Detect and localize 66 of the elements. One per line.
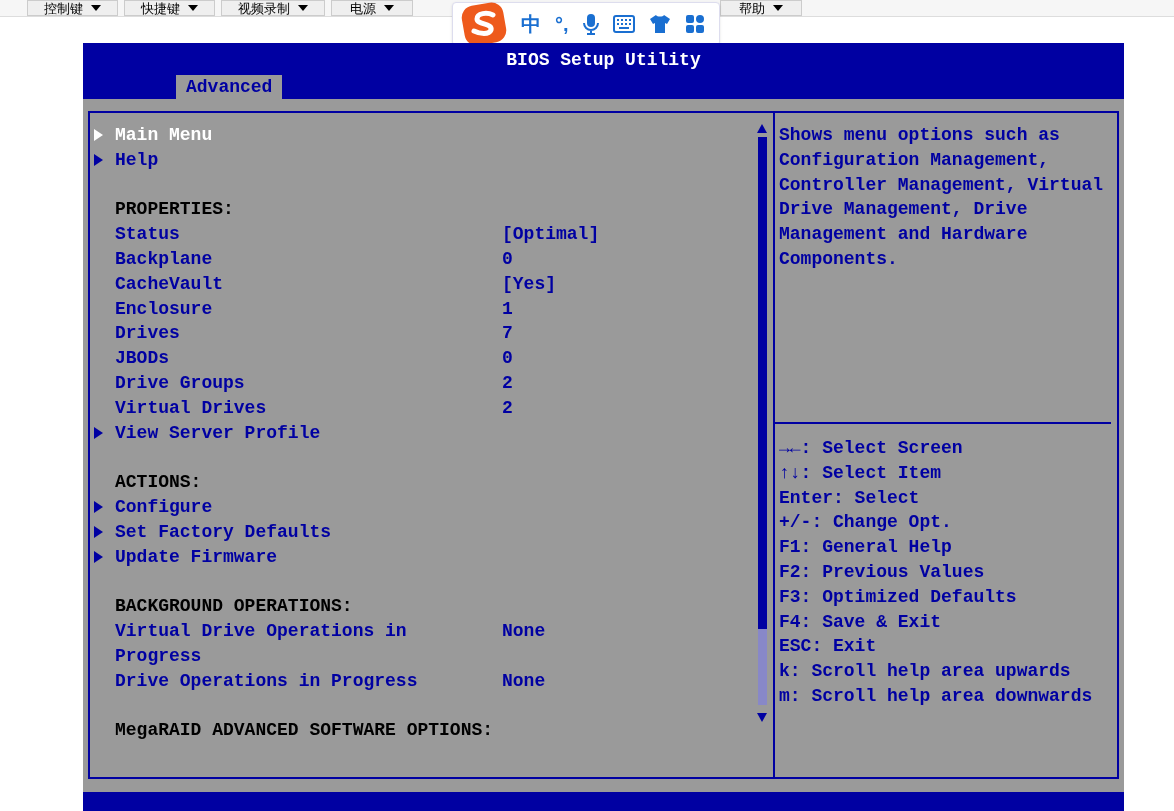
arrow-icon: [94, 550, 103, 563]
grid-icon[interactable]: [684, 14, 705, 34]
toolbar-menu-button[interactable]: 电源: [331, 0, 413, 16]
property-label: Backplane: [115, 248, 213, 271]
caret-icon: [91, 5, 101, 11]
submenu-item[interactable]: Set Factory Defaults: [94, 519, 755, 545]
section-heading: BACKGROUND OPERATIONS:: [114, 595, 353, 619]
key-help-text: F4: Save & Exit: [779, 610, 942, 634]
toolbar-menu-button[interactable]: 控制键: [27, 0, 118, 16]
property-value: None: [502, 619, 546, 643]
submenu-item[interactable]: Update Firmware: [94, 544, 755, 570]
property-value: 7: [502, 322, 513, 346]
property-value: 2: [502, 396, 513, 420]
section-heading: MegaRAID ADVANCED SOFTWARE OPTIONS:: [114, 719, 494, 743]
property-value: [Yes]: [502, 272, 556, 296]
key-help-text: Enter: Select: [779, 486, 920, 510]
submenu-item[interactable]: Main Menu: [94, 123, 755, 148]
toolbar-menu-button[interactable]: 快捷键: [124, 0, 215, 16]
key-help-text: F3: Optimized Defaults: [779, 585, 1017, 609]
property-label: Virtual Drives: [115, 396, 267, 420]
arrow-icon: [94, 526, 103, 539]
submenu-item[interactable]: View Server Profile: [94, 420, 755, 446]
key-help-text: m: Scroll help area downwards: [779, 684, 1093, 708]
caret-icon: [188, 5, 198, 11]
property-label: Drives: [115, 322, 180, 346]
submenu-item[interactable]: Help: [94, 147, 755, 173]
property-value: 0: [502, 248, 513, 271]
key-help-text: F2: Previous Values: [779, 561, 985, 584]
caret-icon: [298, 5, 308, 11]
help-description: Shows menu options such as Configuration Management, Controller Management, Virtual Drive Management, Drive Management and Hardware Components.: [779, 124, 1105, 271]
property-value: [Optimal]: [502, 223, 600, 247]
property-label: Drive Groups: [115, 371, 245, 395]
property-label: Virtual Drive Operations in Progress: [115, 619, 408, 668]
key-help-text: ↑↓: Select Item: [779, 461, 942, 485]
property-label: Enclosure: [115, 297, 213, 321]
toolbar-menu-button[interactable]: 视频录制: [221, 0, 325, 16]
arrow-icon: [94, 501, 103, 514]
keyboard-icon[interactable]: [612, 15, 635, 33]
section-heading: ACTIONS:: [114, 471, 202, 495]
arrow-icon: [94, 154, 103, 167]
key-help-text: k: Scroll help area upwards: [779, 660, 1071, 684]
property-label: JBODs: [115, 347, 169, 371]
property-value: 0: [502, 347, 513, 371]
toolbar-menu-button[interactable]: 帮助: [720, 0, 802, 16]
property-value: None: [502, 669, 546, 693]
arrow-icon: [94, 129, 103, 142]
shirt-icon[interactable]: [648, 14, 671, 34]
key-help-text: ESC: Exit: [779, 635, 877, 659]
property-value: 1: [502, 297, 513, 321]
caret-icon: [384, 5, 394, 11]
caret-icon: [773, 5, 783, 11]
property-label: Drive Operations in Progress: [115, 669, 418, 693]
microphone-icon[interactable]: [582, 13, 599, 35]
ime-mode-button[interactable]: 中: [521, 9, 541, 39]
key-help-text: F1: General Help: [779, 536, 952, 560]
key-help-text: →←: Select Screen: [779, 437, 963, 460]
property-label: Status: [115, 223, 180, 247]
submenu-item[interactable]: Configure: [94, 494, 755, 520]
property-value: 2: [502, 371, 513, 395]
key-help-text: +/-: Change Opt.: [779, 511, 952, 535]
menu-tab[interactable]: Advanced: [176, 75, 283, 99]
section-heading: PROPERTIES:: [114, 198, 234, 222]
ime-mode-button[interactable]: °,: [555, 9, 569, 39]
arrow-icon: [94, 426, 103, 439]
screen-title: BIOS Setup Utility: [506, 49, 701, 72]
property-label: CacheVault: [115, 272, 224, 296]
